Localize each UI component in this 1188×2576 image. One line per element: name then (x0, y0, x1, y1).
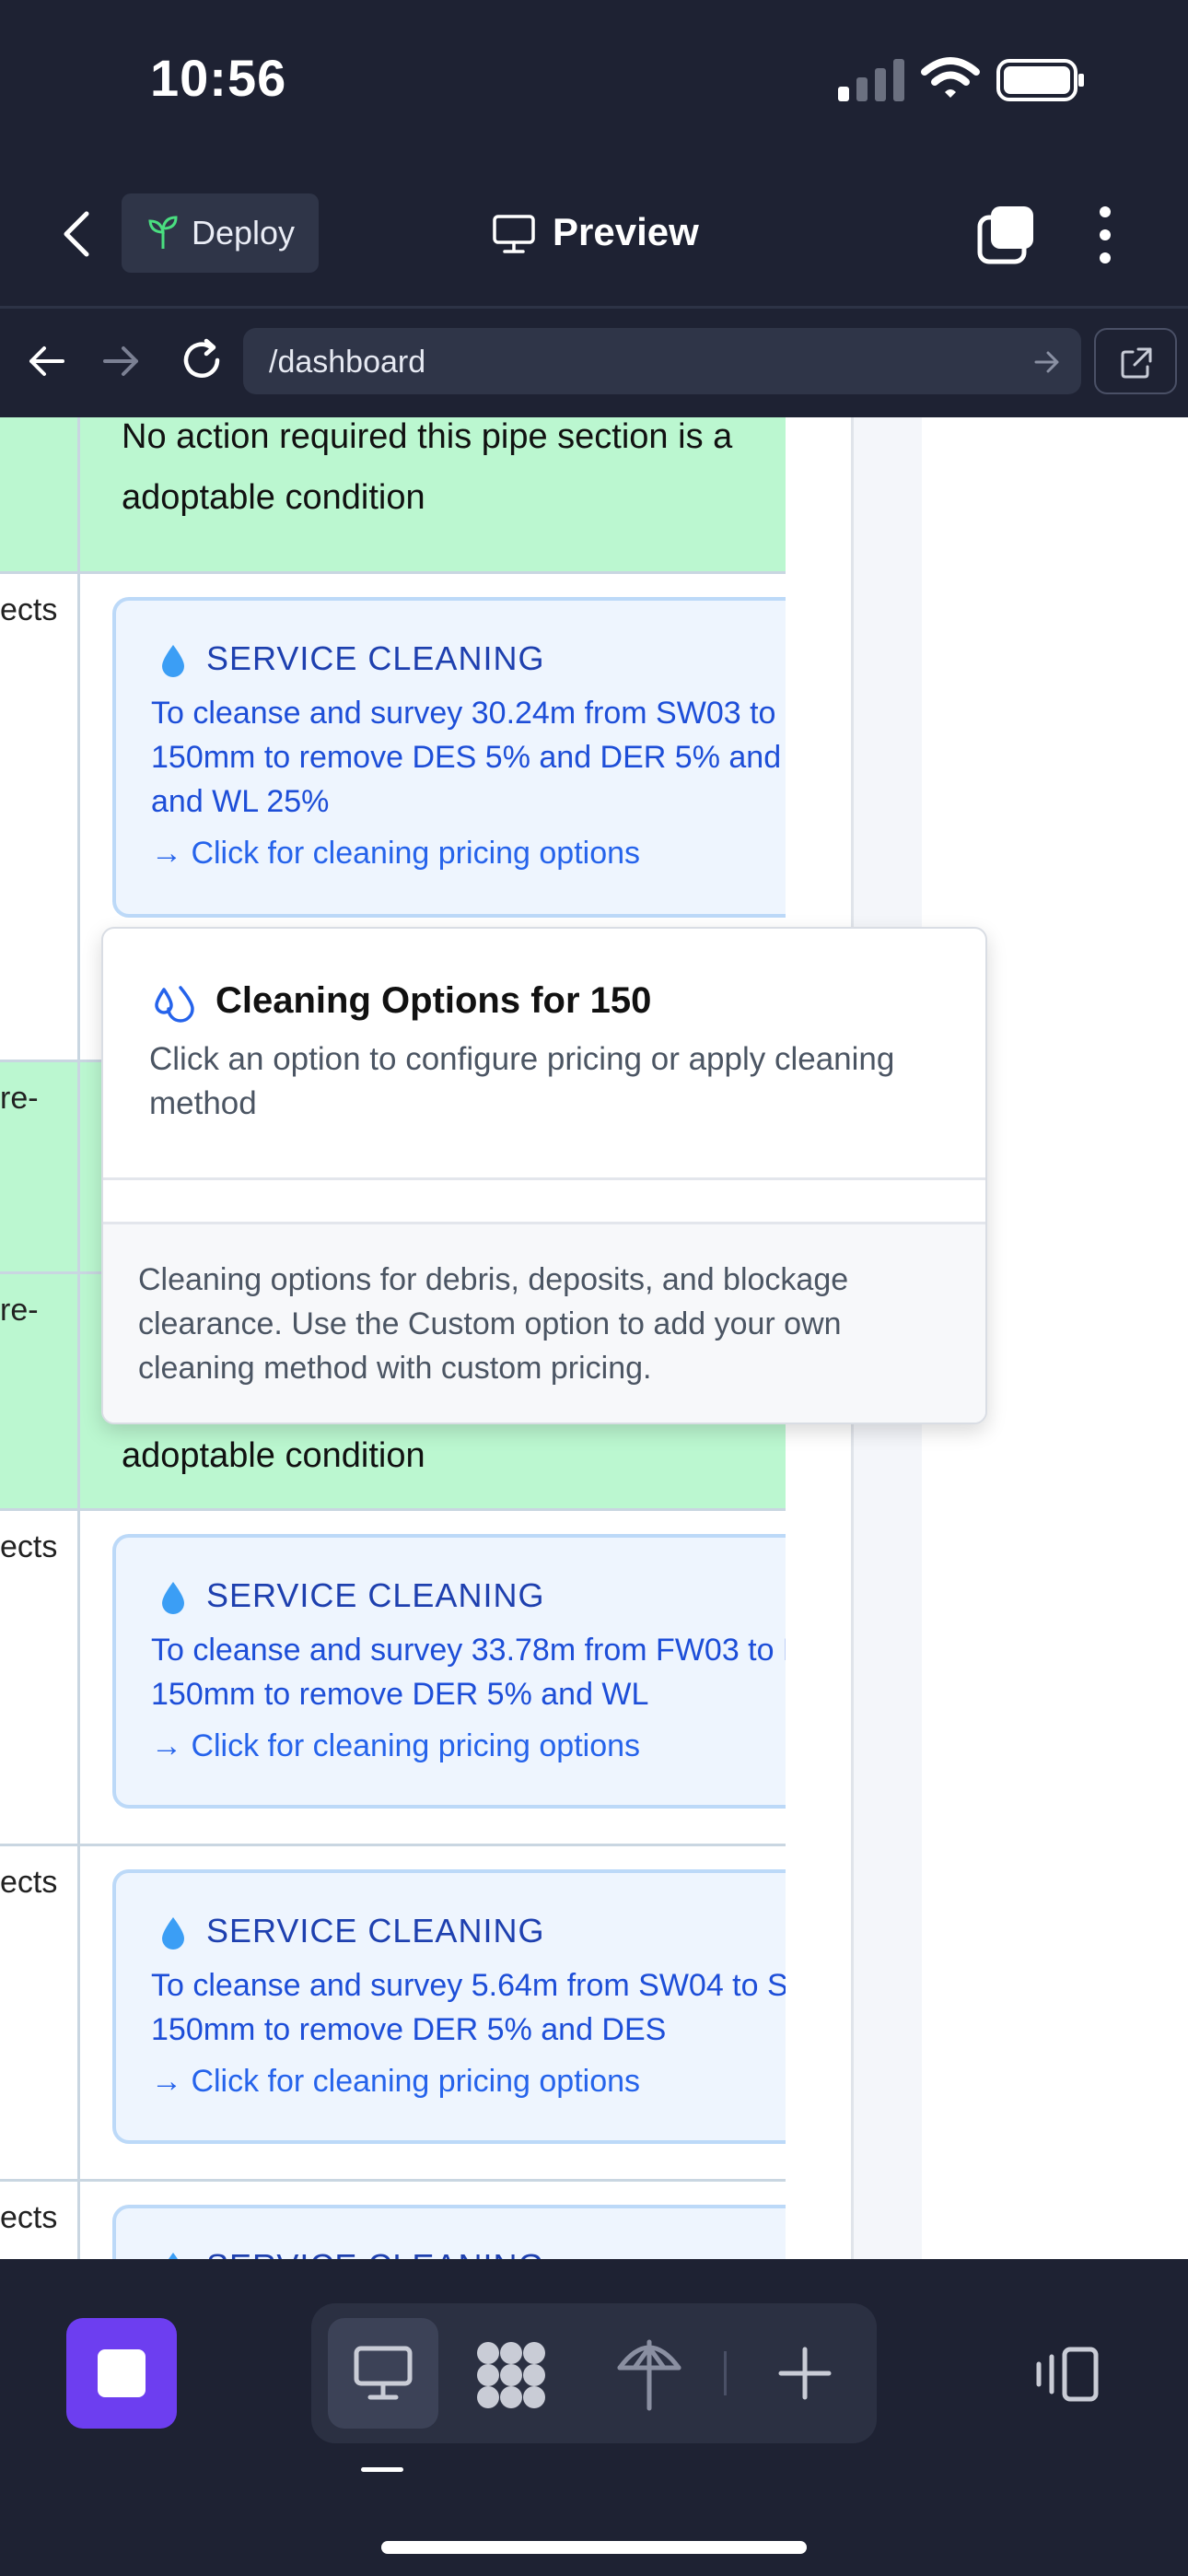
battery-icon (996, 59, 1084, 101)
table-row: ects SERVICE CLEANING (0, 2182, 786, 2259)
row-text: adoptable condition (122, 1436, 425, 1475)
droplet-icon (162, 1917, 184, 1950)
card-description: To cleanse and survey 5.64m from SW04 to… (151, 1968, 786, 2047)
back-chevron-icon[interactable] (55, 208, 99, 260)
service-cleaning-card[interactable]: SERVICE CLEANING (112, 2205, 786, 2259)
arrow-left-icon[interactable] (26, 341, 66, 381)
pricing-options-link[interactable]: → Click for cleaning pricing options (151, 2064, 640, 2100)
popover-footer: Cleaning options for debris, deposits, a… (103, 1224, 985, 1423)
left-cell: ects (0, 2182, 80, 2259)
desktop-icon (354, 2346, 413, 2400)
left-cell-text: ects (0, 2200, 58, 2235)
left-cell-text: ects (0, 1529, 58, 1564)
left-cell-text: re- (0, 1293, 39, 1328)
wifi-icon (921, 57, 980, 98)
row-text: No action required this pipe section is … (122, 417, 733, 456)
pricing-options-link[interactable]: → Click for cleaning pricing options (151, 836, 640, 872)
signal-icon (838, 59, 904, 101)
service-cleaning-card[interactable]: SERVICE CLEANING To cleanse and survey 3… (112, 1534, 786, 1809)
divider (103, 1177, 985, 1180)
deploy-icon[interactable] (615, 2335, 683, 2412)
droplet-icon (162, 1582, 184, 1614)
left-cell-text: re- (0, 1081, 39, 1116)
pricing-options-link[interactable]: → Click for cleaning pricing options (151, 1728, 640, 1764)
left-cell: re- (0, 1274, 80, 1508)
sprout-icon (148, 216, 178, 249)
card-title: SERVICE CLEANING (206, 1576, 545, 1614)
preview-label: Preview (553, 210, 699, 253)
card-description: To cleanse and survey 33.78m from FW03 t… (151, 1633, 786, 1712)
service-cleaning-card[interactable]: SERVICE CLEANING To cleanse and survey 5… (112, 1869, 786, 2144)
popover-footer-text: Cleaning options for debris, deposits, a… (138, 1262, 849, 1386)
pattern-icon[interactable] (475, 2340, 547, 2410)
table-row: ects SERVICE CLEANING To cleanse and sur… (0, 1846, 786, 2182)
left-cell: ects (0, 1511, 80, 1844)
deploy-label: Deploy (192, 214, 296, 252)
reload-icon[interactable] (179, 337, 225, 383)
tabs-icon[interactable] (976, 205, 1037, 265)
card-title: SERVICE CLEANING (206, 2247, 544, 2259)
left-cell-text: ects (0, 1865, 58, 1900)
table-row: No action required this pipe section is … (0, 417, 786, 574)
droplet-icon (162, 645, 184, 677)
active-tab-indicator (361, 2467, 403, 2472)
left-cell: ects (0, 574, 80, 1060)
arrow-go-icon[interactable] (1033, 348, 1061, 376)
cleaning-options-popover: Cleaning Options for 150 Click an option… (101, 927, 987, 1424)
status-time: 10:56 (150, 49, 287, 107)
card-title: SERVICE CLEANING (206, 639, 545, 677)
droplet-icon (169, 2253, 178, 2259)
arrow-right-icon[interactable] (101, 341, 142, 381)
url-field[interactable]: /dashboard (243, 328, 1081, 394)
stop-button[interactable] (66, 2318, 177, 2429)
external-link-icon (1121, 347, 1152, 379)
home-indicator (381, 2541, 807, 2554)
preview-viewport: No action required this pipe section is … (0, 417, 1188, 2259)
droplets-icon (155, 986, 194, 1023)
layout-toggle-icon[interactable] (1030, 2346, 1100, 2403)
deploy-button[interactable]: Deploy (122, 193, 319, 273)
card-title: SERVICE CLEANING (206, 1912, 545, 1950)
row-text: adoptable condition (122, 478, 425, 517)
left-cell: ects (0, 1846, 80, 2179)
left-cell (0, 417, 80, 571)
url-text: /dashboard (269, 345, 426, 380)
open-external-button[interactable] (1094, 328, 1177, 394)
card-description: To cleanse and survey 30.24m from SW03 t… (151, 696, 786, 819)
left-cell-text: ects (0, 592, 58, 627)
table-row: ects SERVICE CLEANING To cleanse and sur… (0, 1511, 786, 1846)
service-cleaning-card[interactable]: SERVICE CLEANING To cleanse and survey 3… (112, 597, 786, 918)
desktop-view-button[interactable] (328, 2318, 438, 2429)
stop-icon (98, 2349, 146, 2397)
popover-subtitle: Click an option to configure pricing or … (149, 1041, 895, 1121)
more-vertical-icon[interactable] (1087, 205, 1124, 265)
left-cell: re- (0, 1062, 80, 1271)
add-icon[interactable] (777, 2346, 833, 2401)
toolbar-separator (724, 2351, 727, 2395)
popover-title: Cleaning Options for 150 (215, 980, 652, 1021)
monitor-icon (493, 215, 535, 253)
